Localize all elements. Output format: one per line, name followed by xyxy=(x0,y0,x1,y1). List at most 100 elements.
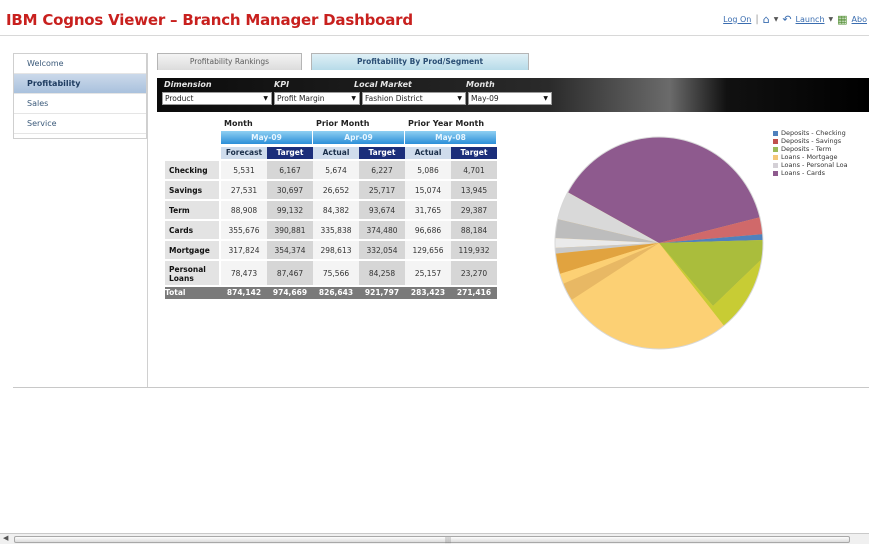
table-cell: 6,167 xyxy=(267,161,313,180)
prompt-label-kpi: KPI xyxy=(274,80,290,89)
kpi-select-value: Profit Margin xyxy=(277,94,325,103)
row-header: Cards xyxy=(165,221,219,240)
legend-swatch xyxy=(773,138,778,144)
total-cell: 974,669 xyxy=(267,287,313,299)
kpi-select[interactable]: Profit Margin ▼ xyxy=(274,92,360,105)
prompt-label-month: Month xyxy=(466,80,495,89)
table-cell: 93,674 xyxy=(359,201,405,220)
about-icon[interactable]: ▦ xyxy=(837,14,847,25)
horizontal-scrollbar[interactable]: ◀ ||| xyxy=(0,533,869,544)
table-cell: 96,686 xyxy=(405,221,451,240)
measure-header: Target xyxy=(359,147,405,159)
table-cell: 390,881 xyxy=(267,221,313,240)
dimension-select[interactable]: Product ▼ xyxy=(162,92,272,105)
launch-link[interactable]: Launch xyxy=(796,15,825,24)
row-header: Personal Loans xyxy=(165,261,219,286)
month-select[interactable]: May-09 ▼ xyxy=(468,92,552,105)
prompt-label-dimension: Dimension xyxy=(164,80,212,89)
table-cell: 5,086 xyxy=(405,161,451,180)
legend-label: Loans - Mortgage xyxy=(781,153,838,161)
table-cell: 30,697 xyxy=(267,181,313,200)
table-cell: 317,824 xyxy=(221,241,267,260)
total-cell: 271,416 xyxy=(451,287,497,299)
table-cell: 75,566 xyxy=(313,261,359,286)
app-title: IBM Cognos Viewer – Branch Manager Dashb… xyxy=(6,11,413,29)
tab-profitability-rankings[interactable]: Profitability Rankings xyxy=(157,53,302,70)
measure-header: Forecast xyxy=(221,147,267,159)
prompt-labels: Dimension KPI Local Market Month xyxy=(157,80,557,91)
table-cell: 5,674 xyxy=(313,161,359,180)
table-cell: 84,382 xyxy=(313,201,359,220)
table-cell: 6,227 xyxy=(359,161,405,180)
table-cell: 355,676 xyxy=(221,221,267,240)
content-divider xyxy=(13,387,869,388)
back-icon[interactable]: ↶ xyxy=(782,14,791,25)
chevron-down-icon: ▼ xyxy=(263,95,268,102)
chevron-down-icon: ▼ xyxy=(351,95,356,102)
table-cell: 88,184 xyxy=(451,221,497,240)
legend-label: Loans - Cards xyxy=(781,169,826,177)
total-cell: 826,643 xyxy=(313,287,359,299)
nav-item-sales[interactable]: Sales xyxy=(14,94,146,114)
legend-item: Deposits - Savings xyxy=(773,137,869,145)
legend-label: Deposits - Term xyxy=(781,145,832,153)
table-cell: 31,765 xyxy=(405,201,451,220)
nav-item-service[interactable]: Service xyxy=(14,114,146,134)
nav-item-profitability[interactable]: Profitability xyxy=(14,74,146,94)
legend-swatch xyxy=(773,130,778,136)
scrollbar-thumb[interactable]: ||| xyxy=(14,536,850,544)
legend-swatch xyxy=(773,170,778,176)
row-header: Savings xyxy=(165,181,219,200)
local-market-select[interactable]: Fashion District ▼ xyxy=(362,92,466,105)
table-cell: 87,467 xyxy=(267,261,313,286)
month-header: May-08 xyxy=(405,131,497,144)
table-cell: 354,374 xyxy=(267,241,313,260)
table-cell: 78,473 xyxy=(221,261,267,286)
row-header: Term xyxy=(165,201,219,220)
table-cell: 335,838 xyxy=(313,221,359,240)
toolbar-divider: | xyxy=(755,13,759,25)
table-cell: 25,157 xyxy=(405,261,451,286)
left-navigation: Welcome Profitability Sales Service xyxy=(13,53,147,139)
about-link[interactable]: Abo xyxy=(852,15,867,24)
table-cell: 99,132 xyxy=(267,201,313,220)
chevron-down-icon[interactable]: ▼ xyxy=(774,16,779,23)
table-cell: 119,932 xyxy=(451,241,497,260)
total-row-header: Total xyxy=(165,287,221,299)
legend-label: Loans - Personal Loa xyxy=(781,161,848,169)
table-cell: 88,908 xyxy=(221,201,267,220)
scroll-left-arrow-icon[interactable]: ◀ xyxy=(3,534,8,542)
legend-item: Deposits - Checking xyxy=(773,129,869,137)
nav-item-welcome[interactable]: Welcome xyxy=(14,54,146,74)
app-header: IBM Cognos Viewer – Branch Manager Dashb… xyxy=(0,0,869,36)
tab-profitability-by-prod-segment[interactable]: Profitability By Prod/Segment xyxy=(311,53,529,70)
legend-item: Loans - Mortgage xyxy=(773,153,869,161)
table-cell: 332,054 xyxy=(359,241,405,260)
table-cell: 5,531 xyxy=(221,161,267,180)
table-cell: 84,258 xyxy=(359,261,405,286)
table-cell: 4,701 xyxy=(451,161,497,180)
measure-header: Actual xyxy=(405,147,451,159)
local-market-select-value: Fashion District xyxy=(365,94,423,103)
header-toolbar: Log On | ⌂ ▼ ↶ Launch ▼ ▦ Abo xyxy=(723,11,867,27)
measure-header: Target xyxy=(451,147,497,159)
column-group-header: Prior Month xyxy=(316,119,370,128)
month-header: Apr-09 xyxy=(313,131,405,144)
legend-swatch xyxy=(773,154,778,160)
home-icon[interactable]: ⌂ xyxy=(763,14,770,25)
table-cell: 298,613 xyxy=(313,241,359,260)
legend-item: Deposits - Term xyxy=(773,145,869,153)
legend-label: Deposits - Savings xyxy=(781,137,842,145)
legend-swatch xyxy=(773,162,778,168)
column-group-header: Prior Year Month xyxy=(408,119,485,128)
table-cell: 13,945 xyxy=(451,181,497,200)
log-on-link[interactable]: Log On xyxy=(723,15,751,24)
total-cell: 921,797 xyxy=(359,287,405,299)
prompt-label-local-market: Local Market xyxy=(354,80,412,89)
legend-item: Loans - Personal Loa xyxy=(773,161,869,169)
table-cell: 15,074 xyxy=(405,181,451,200)
total-cell: 283,423 xyxy=(405,287,451,299)
measure-header: Actual xyxy=(313,147,359,159)
chevron-down-icon[interactable]: ▼ xyxy=(829,16,834,23)
measure-header: Target xyxy=(267,147,313,159)
